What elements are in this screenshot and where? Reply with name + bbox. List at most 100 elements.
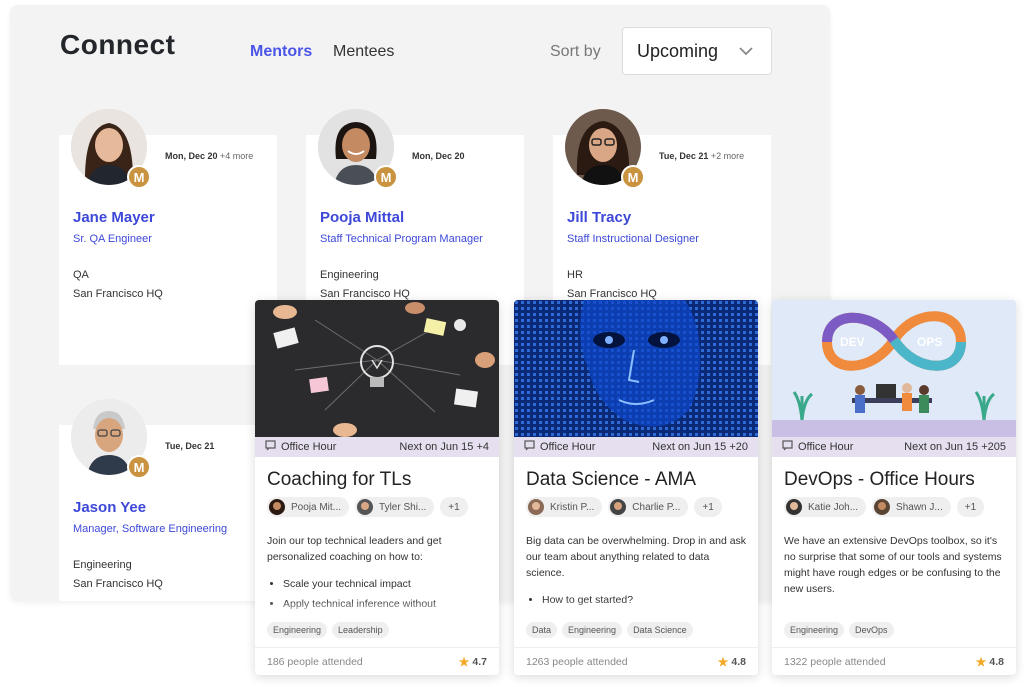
- tag-list: Engineering Leadership: [267, 622, 389, 638]
- tag[interactable]: Data Science: [627, 622, 693, 638]
- tag[interactable]: Leadership: [332, 622, 389, 638]
- tag[interactable]: DevOps: [849, 622, 894, 638]
- office-hour-image: DEV OPS: [772, 300, 1016, 437]
- office-hour-title[interactable]: DevOps - Office Hours: [784, 469, 975, 491]
- office-hour-title[interactable]: Coaching for TLs: [267, 469, 411, 491]
- tag[interactable]: Engineering: [784, 622, 845, 638]
- office-hour-type: Office Hour: [540, 441, 596, 453]
- tab-mentors[interactable]: Mentors: [250, 43, 312, 61]
- star-icon: ★: [717, 654, 729, 669]
- avatar: M: [71, 109, 151, 189]
- host-chip[interactable]: Pooja Mit...: [267, 497, 350, 517]
- digital-face-illustration-icon: [514, 300, 758, 437]
- office-hour-image: [514, 300, 758, 437]
- office-hour-card[interactable]: DEV OPS Office Hour Next on Jun 15 +205 …: [772, 300, 1016, 675]
- more-hosts-chip[interactable]: +1: [440, 497, 468, 517]
- avatar: [528, 499, 544, 515]
- sort-label: Sort by: [550, 43, 601, 60]
- host-chip[interactable]: Tyler Shi...: [355, 497, 435, 517]
- mentor-badge: M: [374, 165, 398, 189]
- mentor-department: HR: [567, 269, 583, 281]
- tab-mentees[interactable]: Mentees: [333, 43, 394, 61]
- session-date: Tue, Dec 21 +2 more: [659, 151, 745, 161]
- devops-logo-ops: OPS: [917, 335, 942, 349]
- page-title: Connect: [60, 29, 176, 60]
- more-hosts-chip[interactable]: +1: [956, 497, 985, 517]
- tag[interactable]: Engineering: [562, 622, 623, 638]
- fade-overlay: [255, 600, 499, 620]
- lightbulb-illustration-icon: [255, 300, 499, 437]
- office-hour-card[interactable]: Office Hour Next on Jun 15 +4 Coaching f…: [255, 300, 499, 675]
- sort-value: Upcoming: [637, 40, 719, 61]
- session-date: Mon, Dec 20: [412, 151, 465, 161]
- avatar: M: [318, 109, 398, 189]
- mentor-card[interactable]: M Mon, Dec 20 +4 more Jane Mayer Sr. QA …: [59, 109, 277, 365]
- office-hour-icon: [782, 440, 793, 454]
- office-hour-title[interactable]: Data Science - AMA: [526, 469, 696, 491]
- office-hour-image: [255, 300, 499, 437]
- next-session: Next on Jun 15 +20: [652, 441, 748, 453]
- avatar: [269, 499, 285, 515]
- avatar: [357, 499, 374, 515]
- host-list: Katie Joh... Shawn J... +1: [784, 497, 985, 517]
- mentor-department: QA: [73, 269, 89, 281]
- mentor-role: Staff Instructional Designer: [567, 233, 699, 245]
- host-chip[interactable]: Shawn J...: [872, 497, 951, 517]
- devops-logo-dev: DEV: [840, 335, 865, 349]
- mentor-location: San Francisco HQ: [73, 288, 163, 300]
- mentor-name[interactable]: Jane Mayer: [73, 209, 155, 226]
- mentor-location: San Francisco HQ: [73, 578, 163, 590]
- star-icon: ★: [458, 654, 470, 669]
- office-hour-icon: [524, 440, 535, 454]
- host-chip[interactable]: Katie Joh...: [784, 497, 867, 517]
- star-icon: ★: [975, 654, 987, 669]
- tag-list: Data Engineering Data Science: [526, 622, 693, 638]
- mentor-location: San Francisco HQ: [320, 288, 410, 300]
- mentor-name[interactable]: Pooja Mittal: [320, 209, 404, 226]
- attended-count: 1263 people attended: [526, 655, 628, 668]
- tag-list: Engineering DevOps: [784, 622, 894, 638]
- attended-count: 1322 people attended: [784, 655, 886, 668]
- host-list: Kristin P... Charlie P... +1: [526, 497, 722, 517]
- tag[interactable]: Engineering: [267, 622, 328, 638]
- avatar: [786, 499, 802, 515]
- avatar: [610, 499, 627, 515]
- office-hour-icon: [265, 440, 276, 454]
- office-hour-footer: 1263 people attended ★ 4.8: [514, 647, 758, 675]
- session-date: Tue, Dec 21: [165, 441, 215, 451]
- devops-illustration-icon: DEV OPS: [772, 300, 1016, 437]
- mentor-name[interactable]: Jill Tracy: [567, 209, 631, 226]
- avatar: M: [71, 399, 151, 479]
- avatar: [874, 499, 891, 515]
- mentor-department: Engineering: [73, 559, 132, 571]
- host-chip[interactable]: Kristin P...: [526, 497, 603, 517]
- host-chip[interactable]: Charlie P...: [608, 497, 689, 517]
- host-list: Pooja Mit... Tyler Shi... +1: [267, 497, 468, 517]
- mentor-role: Staff Technical Program Manager: [320, 233, 483, 245]
- fade-overlay: [514, 600, 758, 620]
- fade-overlay: [772, 600, 1016, 620]
- office-hour-footer: 186 people attended ★ 4.7: [255, 647, 499, 675]
- next-session: Next on Jun 15 +205: [904, 441, 1006, 453]
- more-hosts-chip[interactable]: +1: [694, 497, 722, 517]
- mentor-badge: M: [621, 165, 645, 189]
- mentor-card[interactable]: M Tue, Dec 21 Jason Yee Manager, Softwar…: [59, 399, 277, 601]
- office-hour-description: We have an extensive DevOps toolbox, so …: [784, 535, 1002, 595]
- office-hour-type: Office Hour: [281, 441, 337, 453]
- office-hour-strip: Office Hour Next on Jun 15 +20: [514, 437, 758, 457]
- office-hour-card[interactable]: Office Hour Next on Jun 15 +20 Data Scie…: [514, 300, 758, 675]
- list-item: Scale your technical impact: [283, 576, 493, 592]
- mentor-location: San Francisco HQ: [567, 288, 657, 300]
- rating: ★ 4.7: [458, 654, 487, 669]
- rating: ★ 4.8: [717, 654, 746, 669]
- session-date: Mon, Dec 20 +4 more: [165, 151, 254, 161]
- tag[interactable]: Data: [526, 622, 558, 638]
- mentor-department: Engineering: [320, 269, 379, 281]
- mentor-name[interactable]: Jason Yee: [73, 499, 146, 516]
- next-session: Next on Jun 15 +4: [399, 441, 489, 453]
- rating: ★ 4.8: [975, 654, 1004, 669]
- sort-dropdown[interactable]: Upcoming: [622, 27, 772, 75]
- office-hour-strip: Office Hour Next on Jun 15 +4: [255, 437, 499, 457]
- mentor-badge: M: [127, 165, 151, 189]
- mentor-role: Sr. QA Engineer: [73, 233, 152, 245]
